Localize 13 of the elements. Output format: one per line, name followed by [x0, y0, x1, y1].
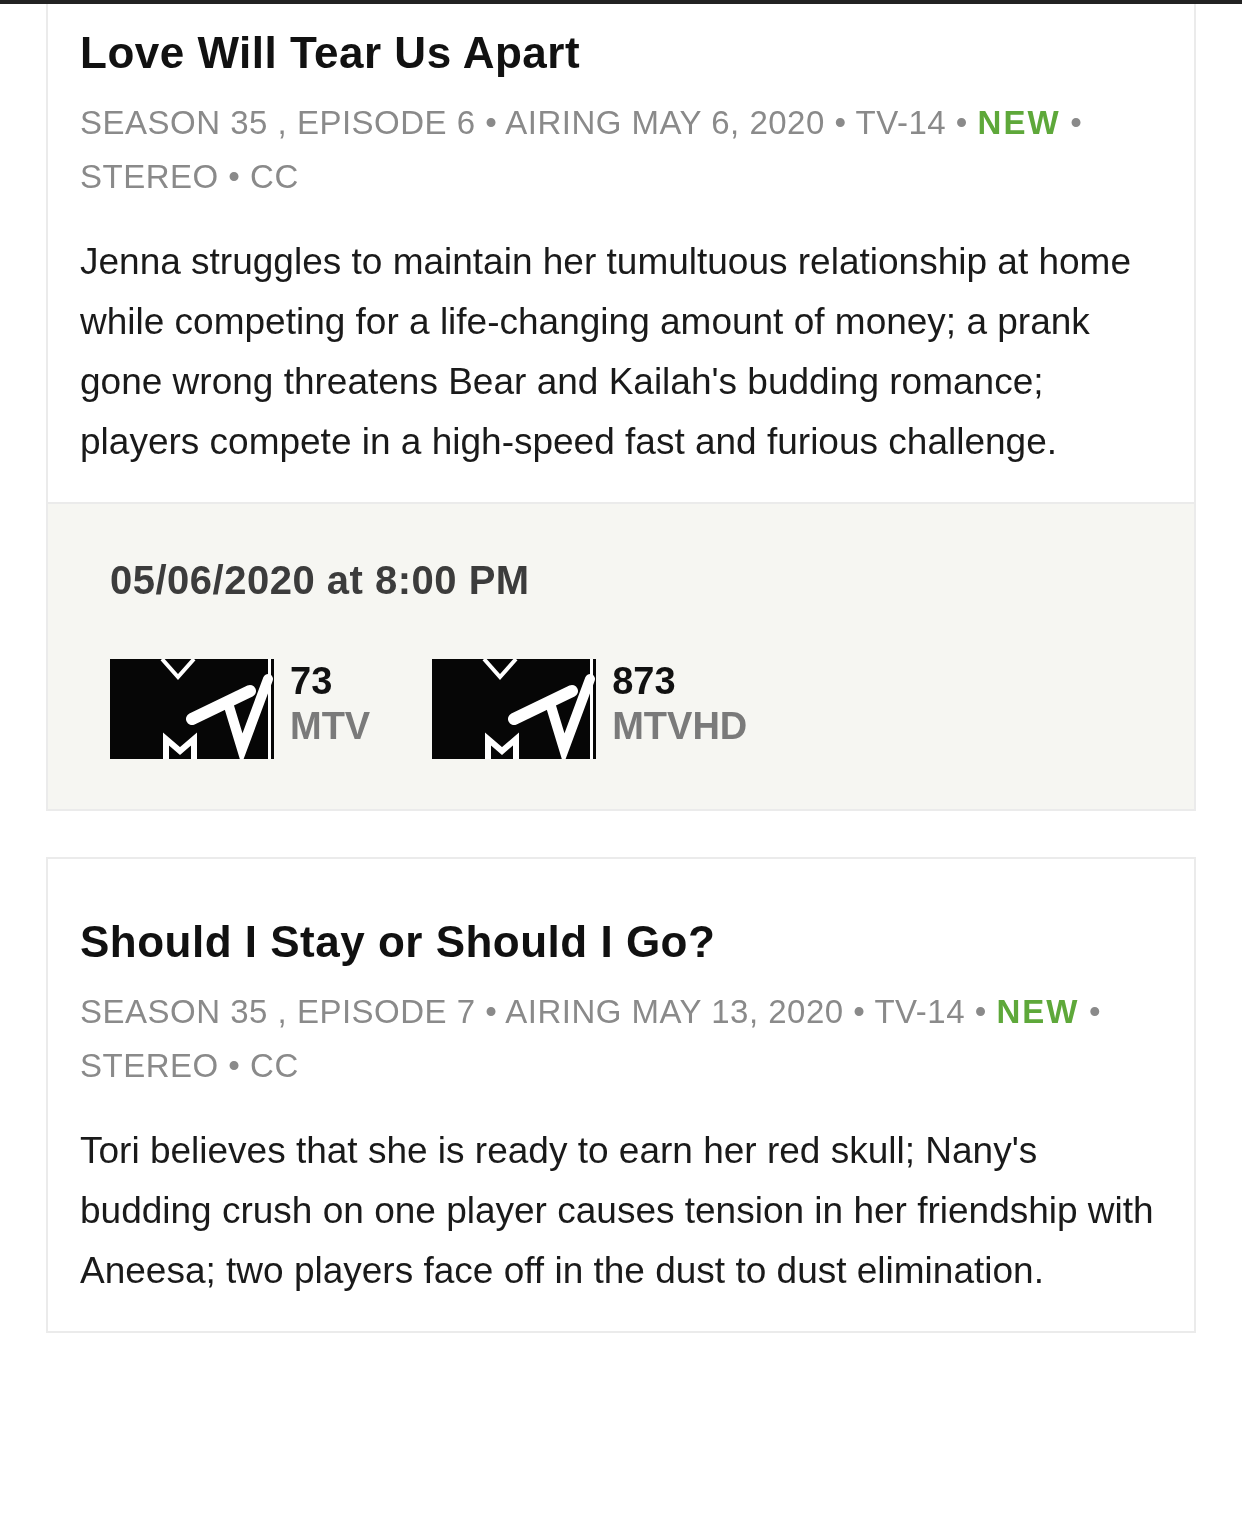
- episode-description: Tori believes that she is ready to earn her red skull; Nany's budding crush on one player causes tension in her friendship with Aneesa; two players face off in the dust to dust elimination.: [80, 1129, 1155, 1293]
- episode-description: Jenna struggles to maintain her tumultuous relationship at home while competing for a life-changing amount of money; a prank gone wrong threatens Bear and Kailah's budding romance; players compete in a high-speed fast and furious challenge.: [80, 240, 1132, 464]
- episode-meta: SEASON 35 , EPISODE 7 • AIRING MAY 13, 2020 • TV-14 • NEW • STEREO • CC: [80, 992, 1103, 1086]
- channel-name: MTVHD: [612, 704, 748, 749]
- channel-logo-icon: [432, 659, 597, 759]
- episode-title: Love Will Tear Us Apart: [80, 27, 582, 79]
- episode-meta: SEASON 35 , EPISODE 6 • AIRING MAY 6, 2020 • TV-14 • NEW • STEREO • CC: [80, 103, 1084, 197]
- airing-datetime: 05/06/2020 at 8:00 PM: [110, 558, 531, 603]
- channel-logo-icon: [110, 659, 274, 759]
- channel-number: 873: [612, 659, 677, 703]
- channel-number: 73: [290, 659, 334, 703]
- channel-name: MTV: [290, 704, 371, 749]
- episode-title: Should I Stay or Should I Go?: [80, 916, 717, 968]
